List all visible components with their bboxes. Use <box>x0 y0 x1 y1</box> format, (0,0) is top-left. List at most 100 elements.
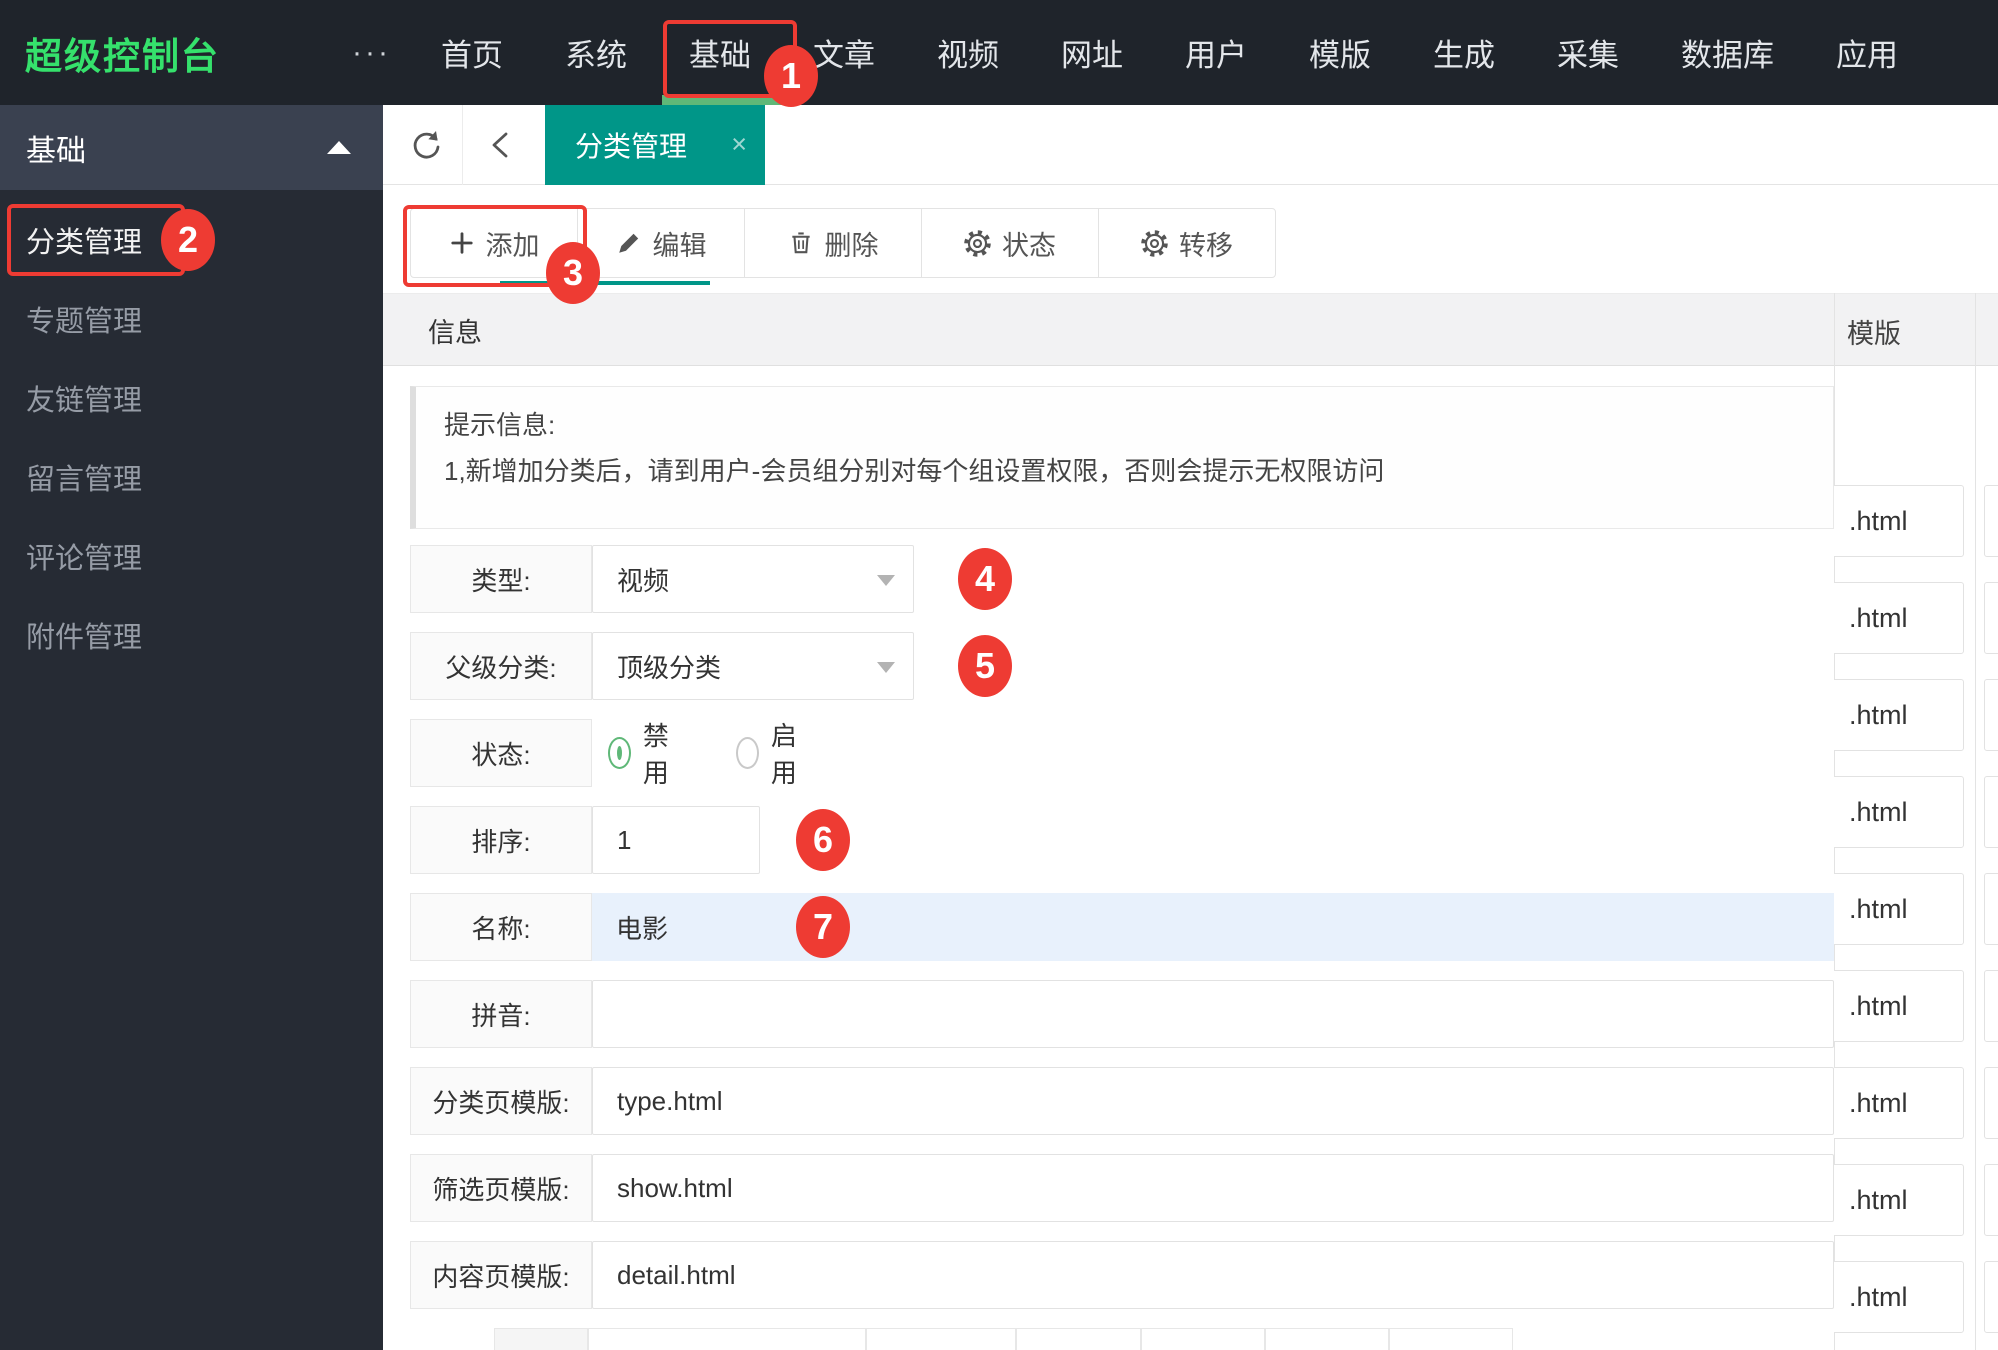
nav-item-8[interactable]: 模版 <box>1309 0 1371 105</box>
refresh-button[interactable] <box>395 105 457 185</box>
caret-up-icon <box>327 141 351 154</box>
partial-row-cell <box>1016 1328 1141 1350</box>
partial-row-cell <box>588 1328 866 1350</box>
gear-icon <box>964 229 991 257</box>
document-tabbar: 分类管理 × <box>383 105 1998 185</box>
form-row-5: 名称: 电影 7 <box>410 893 1834 961</box>
template-cell-value: .html <box>1849 602 1908 633</box>
nav-item-12[interactable]: 应用 <box>1836 0 1898 105</box>
tab-info[interactable]: 信息 <box>428 294 482 367</box>
input-field-wide[interactable]: show.html <box>592 1154 1834 1222</box>
toolbar-button-label: 状态 <box>1002 230 1056 261</box>
nav-item-label: 首页 <box>441 38 503 73</box>
nav-item-3[interactable]: 基础 1 <box>662 0 818 107</box>
template-cell[interactable]: .html <box>1834 1261 1964 1333</box>
input-field-wide[interactable] <box>592 980 1834 1048</box>
radio-group: 禁用 启用 <box>608 716 806 790</box>
toolbar-button-1[interactable]: 添加 3 <box>403 205 600 304</box>
template-cell[interactable]: .html <box>1834 485 1964 557</box>
nav-item-9[interactable]: 生成 <box>1433 0 1495 105</box>
nav-item-5[interactable]: 视频 <box>937 0 999 105</box>
sidebar-item-3[interactable]: 友链管理 <box>0 358 383 437</box>
toolbar-button-4[interactable]: 状态 <box>921 208 1099 278</box>
nav-item-10[interactable]: 采集 <box>1557 0 1619 105</box>
template-cell[interactable]: .html <box>1834 776 1964 848</box>
template-cell[interactable]: .html <box>1834 970 1964 1042</box>
name-value[interactable]: 电影 <box>616 893 668 961</box>
select-field[interactable]: 顶级分类 <box>592 632 914 700</box>
form-label: 筛选页模版: <box>410 1154 592 1222</box>
select-value: 顶级分类 <box>617 652 722 683</box>
input-value: 1 <box>617 824 632 855</box>
annotation-badge: 1 <box>764 45 818 107</box>
select-field[interactable]: 视频 <box>592 545 914 613</box>
template-cell-fragment <box>1984 485 1998 557</box>
template-cell-value: .html <box>1849 990 1908 1021</box>
sidebar-item-4[interactable]: 留言管理 <box>0 437 383 516</box>
select-value: 视频 <box>617 565 670 596</box>
form-label: 拼音: <box>410 980 592 1048</box>
sidebar-item-label: 留言管理 <box>26 463 143 496</box>
nav-item-11[interactable]: 数据库 <box>1681 0 1774 105</box>
template-cell-fragment <box>1984 582 1998 654</box>
annotation-badge: 5 <box>958 635 1012 697</box>
alert-box: 提示信息: 1,新增加分类后，请到用户-会员组分别对每个组设置权限，否则会提示无… <box>410 386 1834 529</box>
toolbar-button-2[interactable]: 编辑 <box>577 208 745 278</box>
far-column-fragments <box>1984 293 1998 1350</box>
alert-body: 1,新增加分类后，请到用户-会员组分别对每个组设置权限，否则会提示无权限访问 <box>444 456 1385 486</box>
radio-unchecked-icon[interactable] <box>736 737 759 769</box>
input-field[interactable]: 1 <box>592 806 760 874</box>
chevron-left-icon <box>492 132 508 158</box>
template-cell[interactable]: .html <box>1834 679 1964 751</box>
panel-border-far <box>1975 293 1976 1350</box>
input-value: detail.html <box>617 1259 736 1290</box>
toolbar-button-5[interactable]: 转移 <box>1098 208 1276 278</box>
nav-item-label: 文章 <box>813 38 875 73</box>
right-column: .html .html .html .html .html .html .html .html… <box>1834 293 1975 1350</box>
nav-overflow-ellipsis[interactable]: ··· <box>352 0 391 105</box>
nav-item-4[interactable]: 文章 <box>813 0 875 105</box>
radio-checked-icon[interactable] <box>608 737 631 769</box>
nav-item-6[interactable]: 网址 <box>1061 0 1123 105</box>
nav-item-label: 采集 <box>1557 38 1619 73</box>
template-cell-fragment <box>1984 873 1998 945</box>
sidebar-item-1[interactable]: 分类管理 2 <box>0 200 383 279</box>
input-field-wide[interactable]: type.html <box>592 1067 1834 1135</box>
template-cell-fragment <box>1984 776 1998 848</box>
nav-item-7[interactable]: 用户 <box>1185 0 1247 105</box>
template-cell-value: .html <box>1849 1184 1908 1215</box>
template-cell-fragment <box>1984 970 1998 1042</box>
sidebar-group-label: 基础 <box>26 134 86 168</box>
sidebar-item-6[interactable]: 附件管理 <box>0 595 383 674</box>
annotation-badge: 2 <box>161 209 215 271</box>
annotation-badge: 4 <box>958 548 1012 610</box>
toolbar-button-label: 转移 <box>1179 230 1233 261</box>
tabbar-divider <box>462 105 463 185</box>
sidebar-item-5[interactable]: 评论管理 <box>0 516 383 595</box>
template-cell[interactable]: .html <box>1834 582 1964 654</box>
nav-item-2[interactable]: 系统 <box>565 0 627 105</box>
template-cell-value: .html <box>1849 796 1908 827</box>
radio-label: 启用 <box>770 721 797 788</box>
input-field-wide[interactable]: detail.html <box>592 1241 1834 1309</box>
back-button[interactable] <box>471 105 533 185</box>
top-navbar: 超级控制台 ··· 首页 系统 基础 1 文章 视频 网址 用户 模版 生成 采集 数据库 应用 <box>0 0 1998 107</box>
sidebar-item-label: 分类管理 <box>26 226 143 259</box>
template-cell[interactable]: .html <box>1834 1164 1964 1236</box>
template-cell-fragment <box>1984 1067 1998 1139</box>
toolbar-button-label: 编辑 <box>652 230 707 261</box>
template-cell[interactable]: .html <box>1834 1067 1964 1139</box>
form-label: 类型: <box>410 545 592 613</box>
sidebar-item-label: 附件管理 <box>26 621 143 654</box>
tab-close-icon[interactable]: × <box>731 129 747 160</box>
template-cell-value: .html <box>1849 1087 1908 1118</box>
template-cell-fragment <box>1984 679 1998 751</box>
sidebar-group-header[interactable]: 基础 <box>0 105 383 190</box>
sidebar-item-2[interactable]: 专题管理 <box>0 279 383 358</box>
tab-category-management[interactable]: 分类管理 × <box>545 105 765 185</box>
nav-item-1[interactable]: 首页 <box>441 0 503 105</box>
template-cell[interactable]: .html <box>1834 873 1964 945</box>
toolbar-button-3[interactable]: 删除 <box>744 208 922 278</box>
radio-option[interactable]: 启用 <box>736 716 806 790</box>
radio-option[interactable]: 禁用 <box>608 716 678 790</box>
